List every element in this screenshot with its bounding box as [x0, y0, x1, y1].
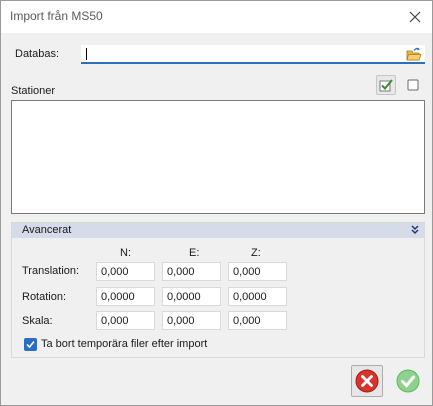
rotation-z-input[interactable] — [228, 287, 287, 306]
browse-folder-button[interactable] — [406, 46, 422, 62]
translation-z-input[interactable] — [228, 262, 287, 281]
stations-label: Stationer — [11, 85, 56, 97]
column-e-header: E: — [189, 247, 200, 259]
delete-temp-files-checkbox[interactable] — [24, 338, 37, 351]
close-button[interactable] — [398, 1, 432, 33]
scale-label: Skala: — [22, 315, 53, 327]
check-all-button[interactable] — [376, 75, 396, 95]
translation-label: Translation: — [22, 265, 80, 277]
rotation-e-input[interactable] — [162, 287, 221, 306]
title-bar: Import från MS50 — [1, 1, 432, 33]
text-caret — [86, 48, 87, 60]
translation-n-input[interactable] — [96, 262, 155, 281]
column-n-header: N: — [120, 247, 131, 259]
scale-z-input[interactable] — [228, 311, 287, 330]
translation-e-input[interactable] — [162, 262, 221, 281]
stations-list[interactable] — [11, 100, 425, 214]
rotation-n-input[interactable] — [96, 287, 155, 306]
uncheck-all-button[interactable] — [403, 75, 423, 95]
database-input[interactable] — [81, 45, 425, 64]
cancel-icon — [355, 369, 379, 393]
cancel-button[interactable] — [351, 365, 383, 397]
checkmark-icon — [26, 340, 35, 349]
scale-n-input[interactable] — [96, 311, 155, 330]
uncheck-all-icon — [407, 79, 419, 91]
ok-button[interactable] — [392, 365, 424, 397]
close-icon — [409, 11, 421, 23]
advanced-panel: Avancerat N: E: Z: Translation: Rotation… — [11, 222, 425, 358]
chevron-double-down-icon — [411, 225, 419, 235]
database-label: Databas: — [15, 48, 60, 60]
import-dialog: Import från MS50 Databas: Stationer Avan… — [0, 0, 433, 406]
folder-open-icon — [406, 47, 422, 61]
window-title: Import från MS50 — [10, 9, 103, 23]
column-z-header: Z: — [251, 247, 261, 259]
check-all-icon — [379, 79, 393, 92]
rotation-label: Rotation: — [22, 291, 67, 303]
ok-icon — [396, 369, 420, 393]
scale-e-input[interactable] — [162, 311, 221, 330]
advanced-header[interactable]: Avancerat — [12, 223, 424, 238]
delete-temp-files-label: Ta bort temporära filer efter import — [41, 338, 208, 350]
advanced-title: Avancerat — [22, 224, 72, 236]
